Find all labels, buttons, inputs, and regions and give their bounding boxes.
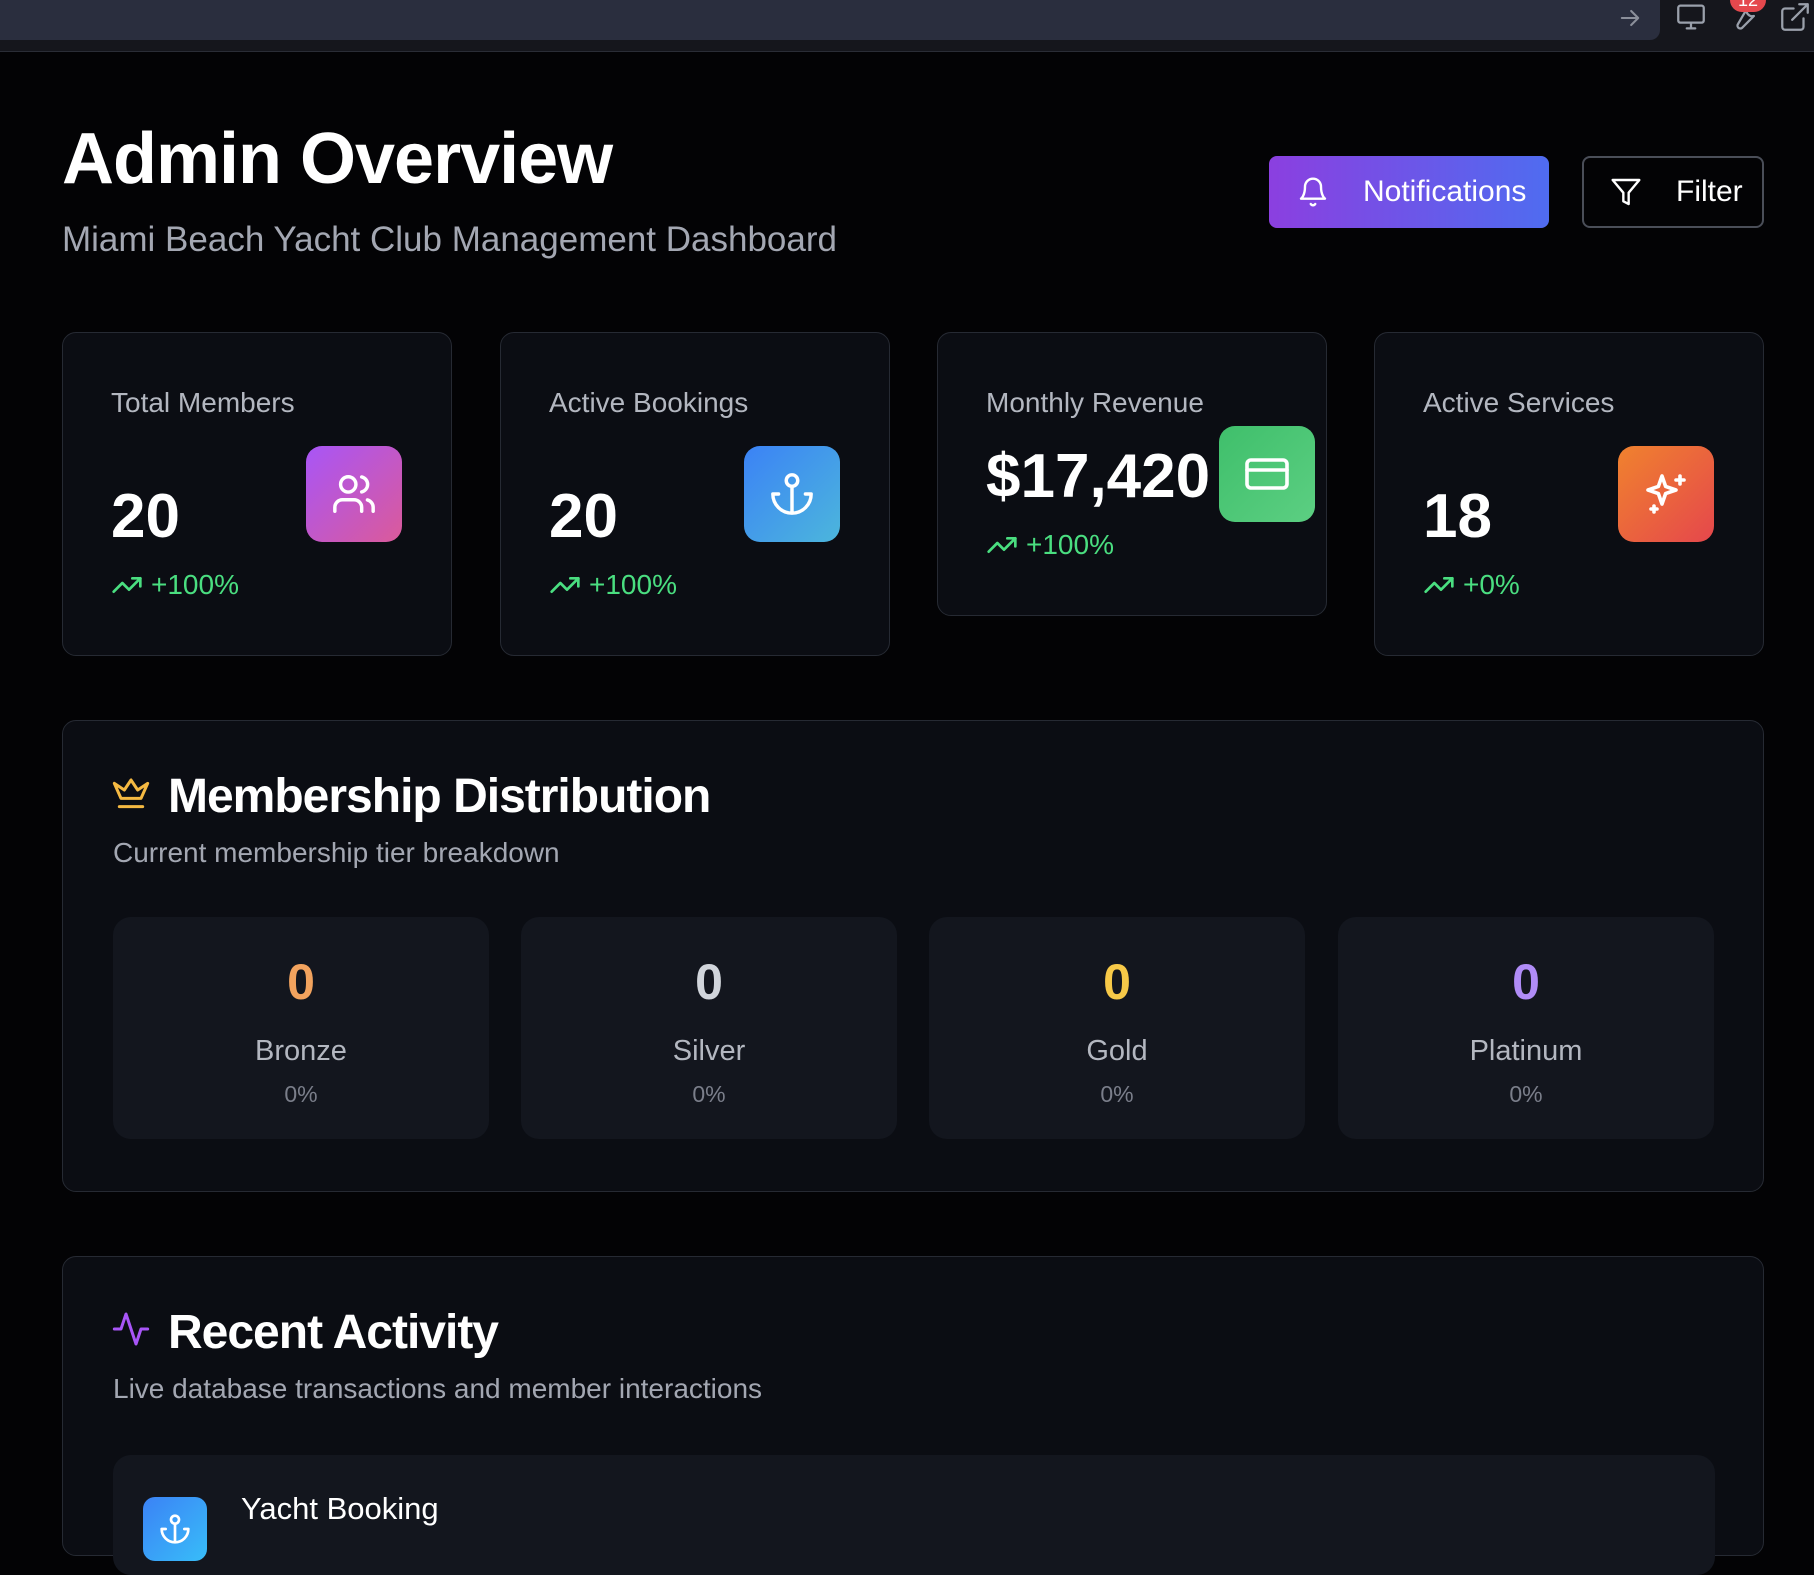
trending-up-icon [987, 537, 1017, 553]
arrow-right-icon[interactable] [1616, 4, 1644, 32]
stat-trend-value: +100% [589, 569, 677, 600]
sparkles-icon [1646, 474, 1686, 514]
tier-name: Bronze [255, 1035, 347, 1067]
stat-label: Total Members [111, 387, 295, 418]
credit-card-icon [1245, 458, 1289, 490]
trending-up-icon [550, 577, 580, 593]
anchor-icon [771, 473, 813, 515]
stat-trend: +100% [986, 529, 1114, 561]
tier-percent: 0% [284, 1081, 318, 1107]
tier-card-platinum: 0 Platinum 0% [1338, 917, 1714, 1139]
tier-count: 0 [695, 954, 723, 1010]
tier-name: Platinum [1469, 1035, 1583, 1067]
notification-badge: 12 [1730, 0, 1766, 12]
stat-icon-badge [744, 446, 840, 542]
stat-label: Monthly Revenue [986, 387, 1204, 418]
tier-card-bronze: 0 Bronze 0% [113, 917, 489, 1139]
panel-title: Recent Activity [168, 1306, 499, 1359]
stat-trend: +100% [549, 569, 677, 601]
stat-trend-value: +100% [1026, 529, 1114, 560]
stat-icon-badge [1219, 426, 1315, 522]
panel-subtitle: Current membership tier breakdown [113, 837, 560, 868]
stat-trend-value: +0% [1463, 569, 1520, 600]
notifications-button[interactable]: Notifications [1269, 156, 1549, 228]
tier-count: 0 [287, 954, 315, 1010]
activity-icon [112, 1312, 150, 1346]
membership-distribution-panel: Membership Distribution Current membersh… [62, 720, 1764, 1192]
stat-value: 20 [111, 482, 180, 551]
stat-icon-badge [306, 446, 402, 542]
stat-label: Active Services [1423, 387, 1615, 418]
stat-card-active-services: Active Services 18 +0% [1374, 332, 1764, 656]
panel-title: Membership Distribution [168, 770, 711, 823]
anchor-icon [160, 1514, 190, 1544]
stat-value: 20 [549, 482, 618, 551]
stat-label: Active Bookings [549, 387, 749, 418]
tier-name: Silver [672, 1035, 746, 1067]
stat-card-monthly-revenue: Monthly Revenue $17,420 +100% [937, 332, 1327, 616]
page-subtitle: Miami Beach Yacht Club Management Dashbo… [62, 220, 837, 259]
stat-icon-badge [1618, 446, 1714, 542]
tier-count: 0 [1512, 954, 1540, 1010]
tier-percent: 0% [1100, 1081, 1134, 1107]
crown-icon [112, 778, 150, 809]
trending-up-icon [1424, 577, 1454, 593]
activity-item-icon-badge [143, 1497, 207, 1561]
stat-trend: +100% [111, 569, 239, 601]
stat-card-active-bookings: Active Bookings 20 +100% [500, 332, 890, 656]
tier-name: Gold [1086, 1035, 1148, 1067]
stat-trend: +0% [1423, 569, 1520, 601]
trending-up-icon [112, 577, 142, 593]
tier-percent: 0% [1509, 1081, 1543, 1107]
activity-item[interactable]: Yacht Booking [113, 1455, 1715, 1575]
browser-toolbar: 12 [0, 0, 1814, 52]
notifications-label: Notifications [1363, 175, 1527, 208]
monitor-icon[interactable] [1674, 0, 1708, 34]
users-icon [333, 475, 375, 513]
stat-value: 18 [1423, 482, 1492, 551]
panel-subtitle: Live database transactions and member in… [113, 1373, 763, 1404]
tier-count: 0 [1103, 954, 1131, 1010]
bell-icon [1299, 177, 1327, 207]
filter-label: Filter [1676, 175, 1743, 208]
recent-activity-panel: Recent Activity Live database transactio… [62, 1256, 1764, 1575]
address-bar[interactable] [0, 0, 1660, 40]
stat-value: $17,420 [986, 442, 1211, 511]
filter-button[interactable]: Filter [1582, 156, 1764, 228]
tier-card-silver: 0 Silver 0% [521, 917, 897, 1139]
tier-card-gold: 0 Gold 0% [929, 917, 1305, 1139]
page-title: Admin Overview [62, 119, 613, 199]
stat-card-total-members: Total Members 20 +100% [62, 332, 452, 656]
stat-trend-value: +100% [151, 569, 239, 600]
filter-icon [1611, 178, 1641, 206]
external-link-icon[interactable] [1778, 0, 1812, 34]
tier-percent: 0% [692, 1081, 726, 1107]
